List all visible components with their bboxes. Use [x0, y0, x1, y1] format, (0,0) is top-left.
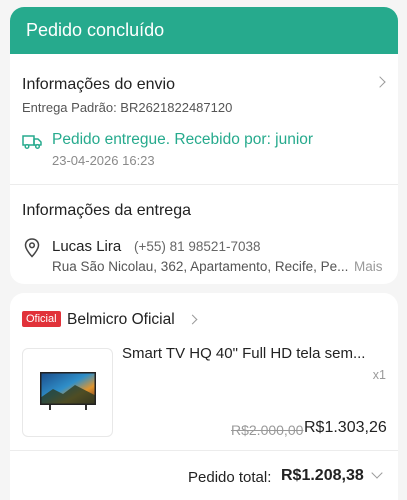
recipient-phone: (+55) 81 98521-7038 [134, 239, 261, 254]
recipient-name: Lucas Lira [52, 238, 122, 255]
delivery-info-title: Informações da entrega [22, 202, 191, 219]
delivery-info-section: Informações da entrega Lucas Lira (+55) … [10, 185, 398, 284]
section-divider [10, 450, 398, 451]
order-total-value: R$1.208,38 [281, 467, 364, 484]
location-pin-icon [24, 238, 40, 258]
product-title[interactable]: Smart TV HQ 40" Full HD tela sem... [122, 345, 384, 362]
chevron-right-icon[interactable] [187, 314, 198, 325]
store-row[interactable]: Oficial Belmicro Oficial [10, 293, 398, 343]
current-price: R$1.303,26 [304, 419, 387, 436]
delivery-address: Rua São Nicolau, 362, Apartamento, Recif… [52, 259, 349, 274]
delivery-date: 23-04-2026 16:23 [52, 153, 155, 168]
order-total-label: Pedido total: [188, 469, 272, 486]
address-more-link[interactable]: Mais [354, 259, 383, 274]
tracking-number: Entrega Padrão: BR2621822487120 [22, 100, 233, 115]
product-quantity: x1 [372, 368, 386, 382]
order-status-title: Pedido concluído [26, 20, 165, 40]
product-thumbnail[interactable] [22, 348, 113, 437]
truck-icon [22, 135, 42, 149]
order-summary-card: Pedido concluído Informações do envio En… [10, 7, 398, 284]
store-name[interactable]: Belmicro Oficial [67, 311, 175, 329]
official-badge: Oficial [22, 311, 61, 327]
shipping-info-title: Informações do envio [22, 76, 175, 93]
shipping-info-section[interactable]: Informações do envio Entrega Padrão: BR2… [10, 54, 398, 184]
chevron-down-icon[interactable] [371, 467, 383, 479]
chevron-right-icon[interactable] [374, 76, 386, 88]
product-card: Oficial Belmicro Oficial Smart TV HQ 40"… [10, 293, 398, 500]
order-status-header: Pedido concluído [10, 7, 398, 54]
delivery-status: Pedido entregue. Recebido por: junior [52, 131, 314, 148]
original-price: R$2.000,00 [231, 422, 304, 438]
tv-product-image [40, 372, 96, 410]
